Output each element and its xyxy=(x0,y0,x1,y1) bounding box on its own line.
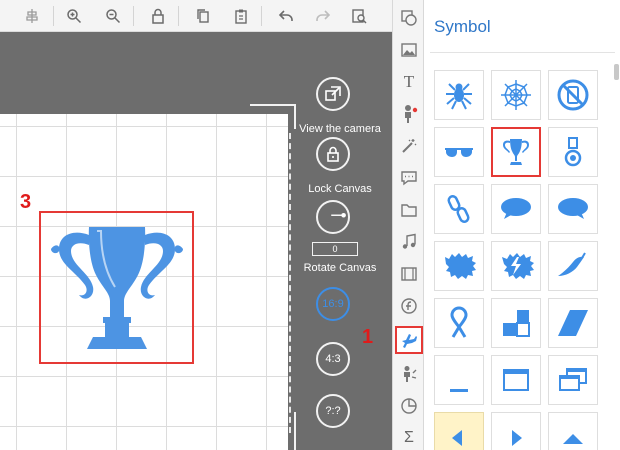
symbol-tile[interactable] xyxy=(548,355,598,405)
symbol-tile[interactable] xyxy=(491,184,541,234)
toolbar-separator xyxy=(178,6,179,26)
formula-icon[interactable]: Σ xyxy=(398,427,420,449)
chart-icon[interactable] xyxy=(398,395,420,417)
symbol-tile[interactable] xyxy=(491,412,541,450)
right-arrow-icon xyxy=(512,430,522,446)
panel-title: Symbol xyxy=(434,17,491,36)
toolbar-separator xyxy=(261,6,262,26)
lock-icon[interactable] xyxy=(148,6,168,26)
blocks-icon xyxy=(503,310,530,337)
effects-icon[interactable] xyxy=(398,135,420,157)
symbol-tile[interactable] xyxy=(434,412,484,450)
shape-icon[interactable] xyxy=(398,7,420,29)
spider-web-icon xyxy=(501,80,531,110)
character-icon[interactable] xyxy=(398,103,420,125)
medal-icon xyxy=(564,137,582,167)
symbol-tile[interactable] xyxy=(548,70,598,120)
text-icon[interactable]: T xyxy=(398,71,420,93)
symbol-tile[interactable] xyxy=(491,241,541,291)
selected-trophy-element[interactable] xyxy=(39,211,194,364)
annotation-badge-1: 1 xyxy=(362,326,374,348)
up-arrow-icon xyxy=(563,434,583,444)
zoom-out-icon[interactable] xyxy=(103,6,123,26)
view-camera-label: View the camera xyxy=(299,123,381,135)
symbol-tile[interactable] xyxy=(491,70,541,120)
trophy-icon xyxy=(503,139,529,165)
align-icon[interactable] xyxy=(22,6,42,26)
symbol-tile[interactable] xyxy=(548,127,598,177)
rotate-dial-icon xyxy=(331,212,346,218)
lock-canvas-label: Lock Canvas xyxy=(308,183,372,195)
toolbar xyxy=(0,0,392,32)
symbol-tile-trophy[interactable] xyxy=(491,127,541,177)
lock-icon xyxy=(327,146,339,162)
symbol-tile[interactable] xyxy=(434,70,484,120)
rotate-canvas-label: Rotate Canvas xyxy=(303,262,377,274)
spider-icon xyxy=(446,83,472,110)
speech-bubble-right-icon xyxy=(558,198,588,219)
copy-icon[interactable] xyxy=(193,6,213,26)
no-phone-icon xyxy=(557,79,589,111)
video-icon[interactable] xyxy=(398,263,420,285)
ratio-16-9-button[interactable]: 16:9 xyxy=(316,287,350,321)
music-icon[interactable] xyxy=(398,231,420,253)
parallelogram-icon xyxy=(558,310,588,336)
preview-icon[interactable] xyxy=(349,6,369,26)
sunglasses-icon xyxy=(445,148,473,157)
symbol-tile[interactable] xyxy=(491,355,541,405)
symbol-tile[interactable] xyxy=(548,184,598,234)
view-camera-icon xyxy=(325,86,341,101)
symbol-tile[interactable] xyxy=(434,184,484,234)
speech-bubble-icon[interactable] xyxy=(398,167,420,189)
paste-icon[interactable] xyxy=(231,6,251,26)
annotation-badge-3: 3 xyxy=(20,191,32,213)
link-icon xyxy=(447,195,470,223)
symbol-tile[interactable] xyxy=(434,298,484,348)
rotate-canvas-dial[interactable] xyxy=(316,200,350,234)
burst-icon xyxy=(445,253,476,279)
symbol-icon[interactable] xyxy=(395,326,423,354)
ratio-custom-button[interactable]: ?:? xyxy=(316,394,350,428)
camera-controls: View the camera Lock Canvas 0 Rotate Can… xyxy=(290,32,390,450)
animation-role-icon[interactable] xyxy=(398,363,420,385)
panel-divider xyxy=(430,52,615,53)
symbol-tile[interactable] xyxy=(548,241,598,291)
toolbar-separator xyxy=(53,6,54,26)
undo-icon[interactable] xyxy=(276,6,296,26)
left-arrow-icon xyxy=(452,430,462,446)
category-strip: T Σ xyxy=(392,0,424,450)
flash-icon[interactable] xyxy=(398,295,420,317)
zoom-in-icon[interactable] xyxy=(64,6,84,26)
symbol-tile[interactable] xyxy=(548,298,598,348)
toolbar-separator xyxy=(133,6,134,26)
symbol-tile[interactable] xyxy=(548,412,598,450)
symbol-tile[interactable] xyxy=(434,127,484,177)
lightning-burst-icon xyxy=(502,253,534,279)
chili-icon xyxy=(558,252,586,276)
symbol-tile[interactable] xyxy=(434,241,484,291)
window-icon xyxy=(503,369,529,391)
symbol-tile[interactable] xyxy=(491,298,541,348)
symbol-tile[interactable] xyxy=(434,355,484,405)
lock-canvas-button[interactable] xyxy=(316,137,350,171)
redo-icon[interactable] xyxy=(313,6,333,26)
trophy-icon xyxy=(51,227,183,349)
app-root: View the camera Lock Canvas 0 Rotate Can… xyxy=(0,0,620,450)
windows-icon xyxy=(559,368,587,391)
symbol-panel: Symbol xyxy=(424,0,620,450)
panel-scrollbar[interactable] xyxy=(614,64,619,80)
ribbon-icon xyxy=(450,306,468,338)
speech-bubble-icon xyxy=(501,198,531,219)
minus-icon xyxy=(450,389,468,392)
folder-icon[interactable] xyxy=(398,199,420,221)
ratio-4-3-button[interactable]: 4:3 xyxy=(316,342,350,376)
image-icon[interactable] xyxy=(398,39,420,61)
rotation-value-field[interactable]: 0 xyxy=(312,242,358,256)
view-camera-button[interactable] xyxy=(316,77,350,111)
